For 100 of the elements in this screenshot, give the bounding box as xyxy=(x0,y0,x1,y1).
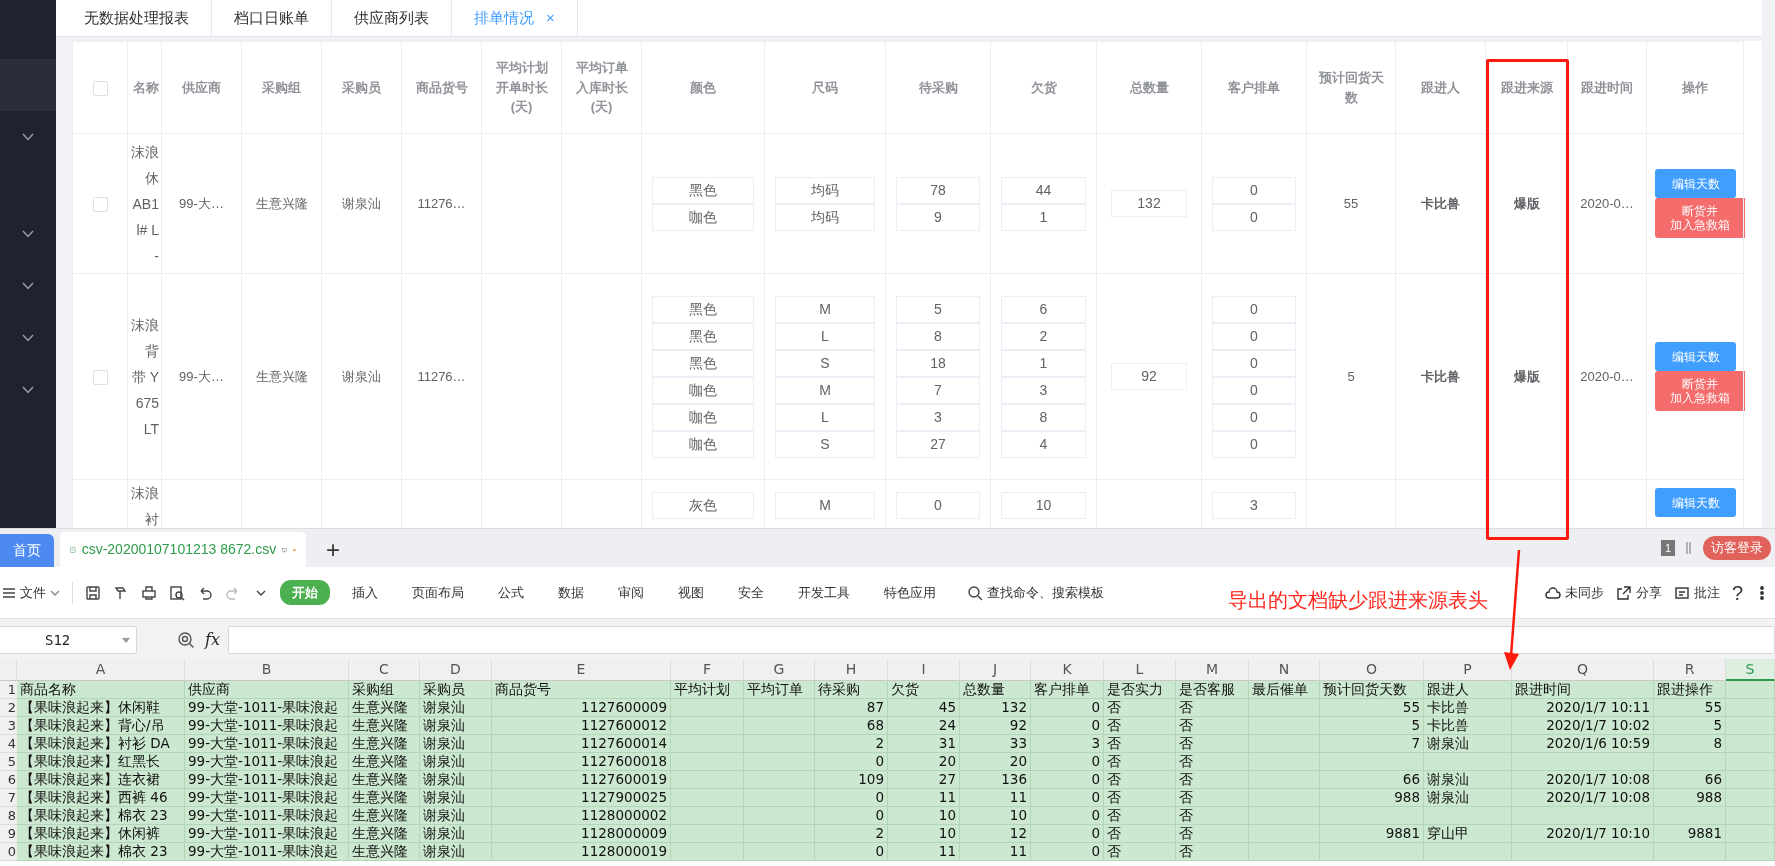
column-header[interactable]: L xyxy=(1104,659,1176,681)
sheet-cell: 0 xyxy=(1031,753,1104,771)
sheet-cell: 2 xyxy=(815,825,888,843)
table-cell: 99-大… xyxy=(179,368,224,384)
file-menu[interactable]: 文件 xyxy=(0,582,66,603)
ribbon-tab[interactable]: 审阅 xyxy=(606,579,656,606)
table-cell: 92 xyxy=(1111,363,1187,390)
row-number[interactable]: 6 xyxy=(0,771,17,789)
sheet-cell: 谢泉汕 xyxy=(420,789,492,807)
sheet-cell: 穿山甲 xyxy=(1424,825,1512,843)
table-cell: 55 xyxy=(1343,195,1359,211)
row-number[interactable]: 7 xyxy=(0,789,17,807)
sheet-cell: 最后催单 xyxy=(1249,681,1320,699)
column-header[interactable]: J xyxy=(960,659,1031,681)
column-header[interactable]: K xyxy=(1031,659,1104,681)
sheet-cell: 生意兴隆 xyxy=(349,843,420,861)
name-box[interactable]: S12 xyxy=(0,626,137,654)
row-number[interactable]: 5 xyxy=(0,753,17,771)
zoom-icon[interactable] xyxy=(177,631,195,649)
sheet-cell: 11 xyxy=(960,843,1031,861)
cloud-button[interactable]: 未同步 xyxy=(1538,582,1610,603)
ribbon-tab[interactable]: 页面布局 xyxy=(400,579,476,606)
sheet-cell: 5 xyxy=(1320,717,1424,735)
ribbon-tab[interactable]: 公式 xyxy=(486,579,536,606)
column-header[interactable]: O xyxy=(1320,659,1424,681)
table-cell: 谢泉汕 xyxy=(342,195,381,211)
table-cell-text: 675 xyxy=(134,393,159,413)
row-number[interactable]: 8 xyxy=(0,807,17,825)
print-icon[interactable] xyxy=(141,584,157,601)
sheet-cell: 谢泉汕 xyxy=(1424,789,1512,807)
column-header[interactable]: H xyxy=(815,659,888,681)
ribbon-tab[interactable]: 开发工具 xyxy=(786,579,862,606)
column-header: 跟进时间 xyxy=(1567,41,1647,134)
checkbox[interactable] xyxy=(92,369,108,385)
save-icon[interactable] xyxy=(85,584,101,601)
fx-button[interactable]: fx xyxy=(205,628,220,652)
column-header[interactable]: D xyxy=(420,659,492,681)
ribbon-tab[interactable]: 安全 xyxy=(726,579,776,606)
column-header[interactable]: B xyxy=(185,659,349,681)
row-number[interactable]: 2 xyxy=(0,699,17,717)
chevron-icon[interactable] xyxy=(22,282,34,290)
column-header[interactable]: I xyxy=(888,659,960,681)
table-cell: 11276… xyxy=(417,368,466,384)
share-icon xyxy=(1615,584,1632,601)
sheet-cell: 是否实力 xyxy=(1104,681,1176,699)
comment-button[interactable]: 批注 xyxy=(1667,582,1726,603)
column-header[interactable]: P xyxy=(1424,659,1512,681)
formula-input[interactable] xyxy=(227,626,1775,654)
row-number[interactable]: 9 xyxy=(0,825,17,843)
ribbon-tab[interactable]: 数据 xyxy=(546,579,596,606)
table-cell-text: - xyxy=(153,246,159,266)
row-number[interactable]: 4 xyxy=(0,735,17,753)
column-header[interactable]: N xyxy=(1249,659,1320,681)
chevron-icon[interactable] xyxy=(22,133,34,141)
sheet-cell: 0 xyxy=(1031,717,1104,735)
table-cell: 27 xyxy=(896,430,980,458)
sheet-cell: 谢泉汕 xyxy=(420,717,492,735)
share-button[interactable]: 分享 xyxy=(1609,582,1668,603)
print-preview-icon[interactable] xyxy=(169,584,185,601)
help-button[interactable]: ? xyxy=(1725,577,1749,608)
ribbon-tab[interactable]: 视图 xyxy=(666,579,716,606)
more-icon[interactable] xyxy=(1759,584,1765,601)
sheet-cell: 客户排单 xyxy=(1031,681,1104,699)
table-cell: 3 xyxy=(1212,492,1296,519)
column-header[interactable]: F xyxy=(671,659,744,681)
row-number[interactable]: 1 xyxy=(0,681,17,699)
sheet-cell: 66 xyxy=(1320,771,1424,789)
sheet-cell: 谢泉汕 xyxy=(420,771,492,789)
scrollbar-track[interactable] xyxy=(1762,0,1775,528)
paint-icon[interactable] xyxy=(113,584,129,601)
chevron-icon[interactable] xyxy=(22,386,34,394)
sheet-cell: 谢泉汕 xyxy=(420,807,492,825)
checkbox[interactable] xyxy=(92,80,108,96)
sheet-cell: 99-大堂-1011-果味浪起 xyxy=(185,753,349,771)
chevron-icon[interactable] xyxy=(22,230,34,238)
sheet-cell: 1127900025 xyxy=(492,789,671,807)
column-header[interactable]: A xyxy=(17,659,185,681)
table-cell: 132 xyxy=(1111,190,1187,217)
ribbon-tab[interactable]: 特色应用 xyxy=(872,579,948,606)
search-field[interactable]: 查找命令、搜索模板 xyxy=(961,582,1110,603)
table-cell: 2 xyxy=(1001,322,1086,350)
table-cell: M xyxy=(775,295,875,323)
column-header[interactable]: M xyxy=(1176,659,1249,681)
row-number[interactable]: 3 xyxy=(0,717,17,735)
sheet-cell: 跟进时间 xyxy=(1512,681,1654,699)
checkbox[interactable] xyxy=(92,196,108,212)
sheet-cell: 0 xyxy=(1031,825,1104,843)
chevron-icon[interactable] xyxy=(22,334,34,342)
ribbon-tab[interactable]: 插入 xyxy=(340,579,390,606)
file-tab[interactable]: csv-20200107101213 8672.csv xyxy=(60,532,306,567)
column-header[interactable]: C xyxy=(349,659,420,681)
table-cell: 2020-0… xyxy=(1580,368,1634,384)
row-number[interactable]: 0 xyxy=(0,843,17,861)
sheet-cell: 10 xyxy=(888,807,960,825)
column-header[interactable]: E xyxy=(492,659,671,681)
column-header[interactable]: R xyxy=(1654,659,1726,681)
column-header[interactable]: Q xyxy=(1512,659,1654,681)
table-cell: S xyxy=(775,430,875,458)
new-tab-button[interactable]: + xyxy=(320,532,346,567)
column-header[interactable]: G xyxy=(744,659,815,681)
